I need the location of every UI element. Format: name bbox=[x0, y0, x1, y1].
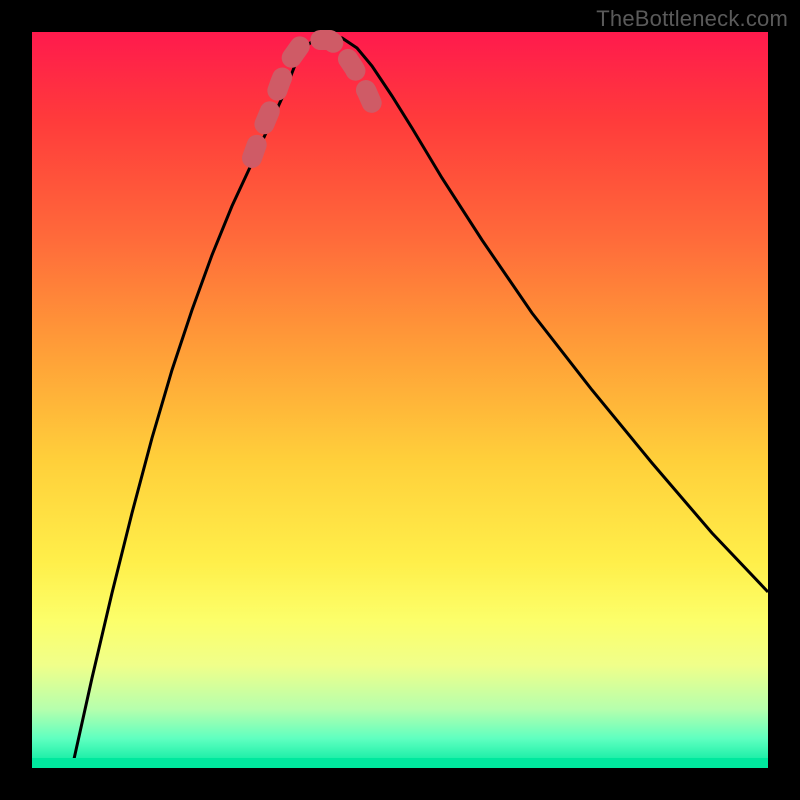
chart-frame bbox=[32, 32, 768, 768]
chart-svg bbox=[32, 32, 768, 768]
bottom-edge bbox=[32, 758, 768, 768]
overlay-marks-path bbox=[252, 40, 380, 158]
curve-path bbox=[72, 36, 768, 768]
watermark-text: TheBottleneck.com bbox=[596, 6, 788, 32]
